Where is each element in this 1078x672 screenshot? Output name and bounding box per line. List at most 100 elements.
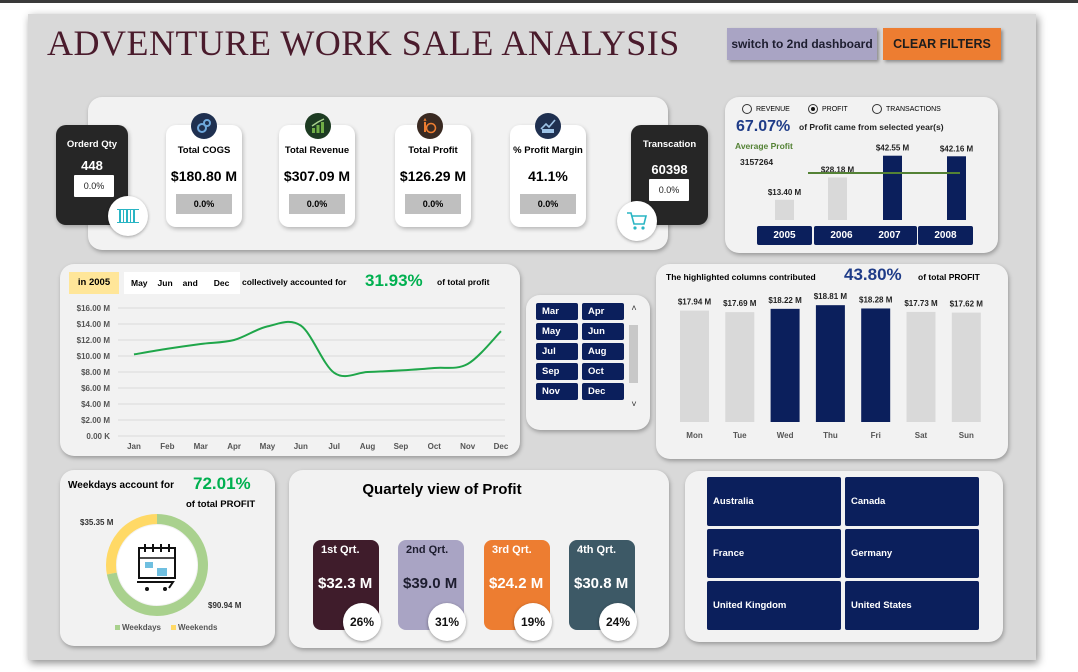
month-slicer-item-apr[interactable]: Apr bbox=[582, 303, 624, 320]
x-tick-label: Apr bbox=[227, 442, 241, 451]
switch-dashboard-button[interactable]: switch to 2nd dashboard bbox=[727, 28, 877, 60]
y-tick-label: $8.00 M bbox=[81, 368, 110, 377]
total-profit-card: Total Profit $126.29 M 0.0% bbox=[395, 125, 471, 227]
total-cogs-card: Total COGS $180.80 M 0.0% bbox=[166, 125, 242, 227]
month-slicer-item-sep[interactable]: Sep bbox=[536, 363, 578, 380]
year-bar-label: $13.40 M bbox=[768, 188, 802, 197]
month-slicer-item-may[interactable]: May bbox=[536, 323, 578, 340]
donut-label-weekends: $35.35 M bbox=[80, 518, 114, 527]
quarter-value: $30.8 M bbox=[574, 575, 629, 592]
month-slicer-item-jun[interactable]: Jun bbox=[582, 323, 624, 340]
total-cogs-value: $180.80 M bbox=[170, 168, 238, 184]
radio-circle-icon bbox=[742, 104, 752, 114]
month-slicer-item-aug[interactable]: Aug bbox=[582, 343, 624, 360]
selected-month-connector: and bbox=[182, 278, 198, 288]
weekday-bar bbox=[906, 311, 936, 422]
order-qty-label: Orderd Qty bbox=[66, 139, 118, 150]
weekday-bar bbox=[680, 310, 709, 422]
weekday-axis-label: Sat bbox=[915, 431, 928, 440]
x-tick-label: Sep bbox=[394, 442, 409, 451]
radio-revenue-label: REVENUE bbox=[756, 105, 790, 113]
clear-filters-button[interactable]: CLEAR FILTERS bbox=[883, 28, 1001, 60]
quarter-label: 1st Qrt. bbox=[321, 544, 360, 556]
slicer-scrollbar[interactable]: ˄ ˅ bbox=[629, 303, 639, 413]
month-slicer-item-dec[interactable]: Dec bbox=[582, 383, 624, 400]
weekday-axis-label: Fri bbox=[871, 431, 881, 440]
month-slicer-item-mar[interactable]: Mar bbox=[536, 303, 578, 320]
transaction-label: Transcation bbox=[642, 139, 697, 150]
y-tick-label: $12.00 M bbox=[77, 336, 111, 345]
month-slicer-item-jul[interactable]: Jul bbox=[536, 343, 578, 360]
scroll-up-icon[interactable]: ˄ bbox=[629, 303, 639, 313]
country-slicer-item-canada[interactable]: Canada bbox=[845, 477, 979, 526]
country-slicer-item-france[interactable]: France bbox=[707, 529, 841, 578]
profit-margin-pct: 0.0% bbox=[520, 194, 576, 214]
scroll-down-icon[interactable]: ˅ bbox=[629, 399, 639, 409]
country-slicer-item-united-states[interactable]: United States bbox=[845, 581, 979, 630]
country-slicer-item-australia[interactable]: Australia bbox=[707, 477, 841, 526]
year-bar-label: $42.55 M bbox=[876, 144, 910, 153]
total-revenue-value: $307.09 M bbox=[283, 168, 351, 184]
y-tick-label: 0.00 K bbox=[86, 432, 110, 441]
quarter-value: $39.0 M bbox=[403, 575, 458, 592]
quarter-pct: 26% bbox=[343, 603, 381, 641]
year-bar bbox=[947, 156, 966, 220]
scroll-thumb[interactable] bbox=[629, 325, 638, 383]
weekday-bar bbox=[815, 305, 845, 422]
total-revenue-pct: 0.0% bbox=[289, 194, 345, 214]
year-button-2005[interactable]: 2005 bbox=[757, 226, 812, 245]
year-tag: in 2005 bbox=[69, 272, 119, 294]
x-tick-label: Nov bbox=[460, 442, 476, 451]
year-button-2006[interactable]: 2006 bbox=[814, 226, 869, 245]
total-profit-label: Total Profit bbox=[408, 145, 458, 156]
weekday-bar bbox=[861, 308, 891, 422]
x-tick-label: Mar bbox=[194, 442, 208, 451]
selected-month: Jun bbox=[157, 278, 173, 288]
window-top-border bbox=[0, 0, 1078, 3]
radio-revenue[interactable]: REVENUE bbox=[742, 104, 790, 114]
quarter-label: 4th Qrt. bbox=[577, 544, 617, 556]
transaction-value: 60398 bbox=[651, 162, 688, 177]
radio-profit[interactable]: PROFIT bbox=[808, 104, 848, 114]
selected-month: Dec bbox=[213, 278, 230, 288]
country-slicer-item-united-kingdom[interactable]: United Kingdom bbox=[707, 581, 841, 630]
year-button-2007[interactable]: 2007 bbox=[862, 226, 917, 245]
month-slicer-item-oct[interactable]: Oct bbox=[582, 363, 624, 380]
selected-month: May bbox=[131, 278, 148, 288]
year-button-2008[interactable]: 2008 bbox=[918, 226, 973, 245]
x-tick-label: May bbox=[260, 442, 276, 451]
country-slicer-item-germany[interactable]: Germany bbox=[845, 529, 979, 578]
x-tick-label: Jun bbox=[294, 442, 308, 451]
year-bar bbox=[883, 155, 902, 220]
radio-selected-icon bbox=[808, 104, 818, 114]
legend-weekdays: Weekdays bbox=[115, 623, 161, 632]
quarter-pct: 24% bbox=[599, 603, 637, 641]
quarter-pct: 19% bbox=[514, 603, 552, 641]
x-tick-label: Feb bbox=[160, 442, 174, 451]
order-qty-pct: 0.0% bbox=[74, 175, 114, 197]
radio-transactions-label: TRANSACTIONS bbox=[886, 105, 941, 113]
quarter-value: $24.2 M bbox=[489, 575, 544, 592]
transaction-pct: 0.0% bbox=[649, 179, 689, 201]
total-revenue-label: Total Revenue bbox=[284, 145, 350, 156]
quarter-value: $32.3 M bbox=[318, 575, 373, 592]
weekday-axis-label: Wed bbox=[777, 431, 794, 440]
year-bar bbox=[775, 199, 794, 220]
quarterly-title: Quartely view of Profit bbox=[362, 481, 522, 498]
weekday-profit-chart: $17.94 M Mon $17.69 M Tue $18.22 M Wed $18.81 … bbox=[678, 292, 983, 440]
quarter-pct: 31% bbox=[428, 603, 466, 641]
month-slicer-item-nov[interactable]: Nov bbox=[536, 383, 578, 400]
order-qty-value: 448 bbox=[81, 158, 103, 173]
weekday-bar bbox=[951, 312, 981, 422]
calendar-cart-icon bbox=[133, 540, 181, 597]
growth-chart-icon bbox=[305, 113, 331, 139]
selected-months-box: May Jun and Dec bbox=[124, 272, 240, 294]
profit-margin-card: % Profit Margin 41.1% 0.0% bbox=[510, 125, 586, 227]
profit-margin-label: % Profit Margin bbox=[513, 145, 583, 156]
x-tick-label: Jul bbox=[328, 442, 340, 451]
donut-headline: Weekdays account for bbox=[68, 480, 174, 491]
total-revenue-card: Total Revenue $307.09 M 0.0% bbox=[279, 125, 355, 227]
y-tick-label: $14.00 M bbox=[77, 320, 111, 329]
weekday-bar-label: $18.22 M bbox=[768, 296, 802, 305]
radio-transactions[interactable]: TRANSACTIONS bbox=[872, 104, 941, 114]
